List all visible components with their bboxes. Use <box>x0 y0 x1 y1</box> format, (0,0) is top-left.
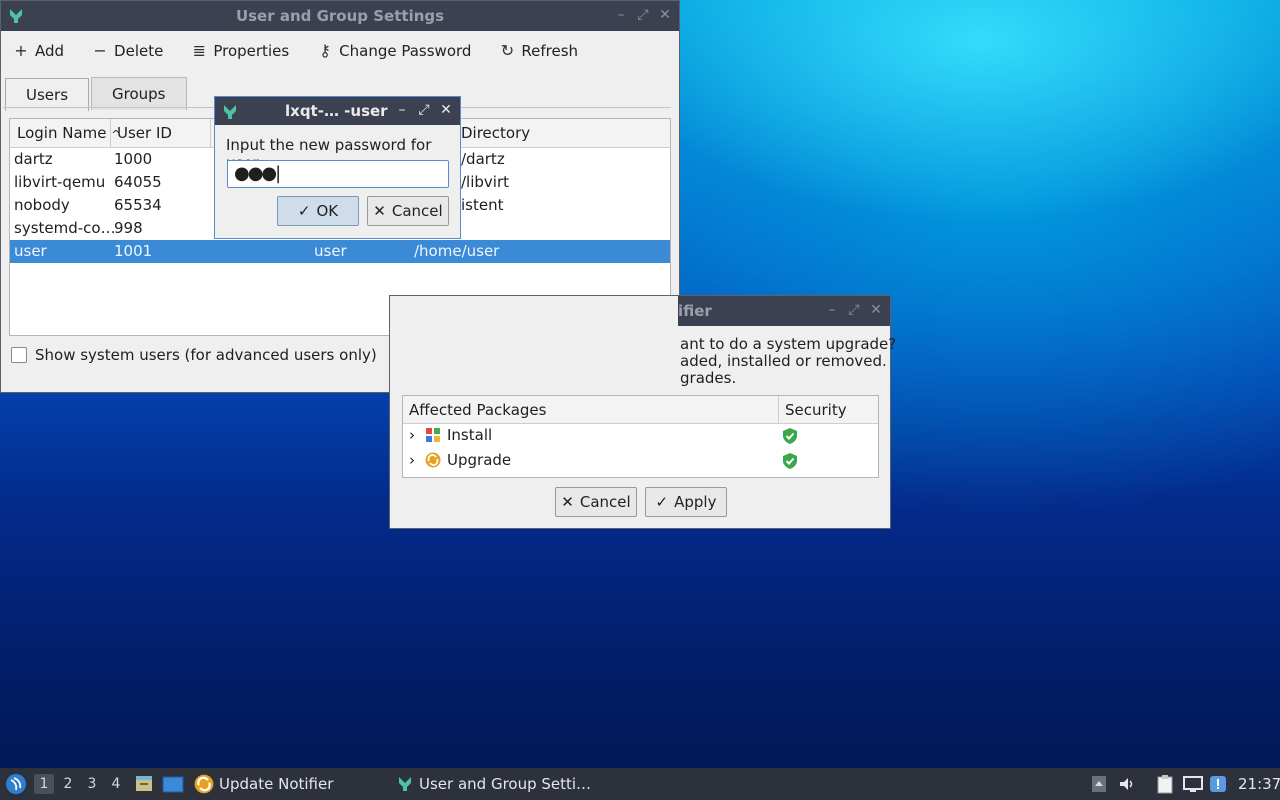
column-affected-packages[interactable]: Affected Packages <box>409 401 546 419</box>
close-icon: ✕ <box>561 493 574 511</box>
chevron-right-icon[interactable]: › <box>409 426 415 444</box>
window-title: User and Group Settings <box>235 7 445 25</box>
clipboard-icon[interactable] <box>1156 768 1174 800</box>
file-manager-launcher[interactable] <box>134 768 154 800</box>
table-header: Affected Packages Security <box>403 396 878 424</box>
title-bar[interactable]: ifier – ⤢ ✕ <box>678 296 890 326</box>
message-line: ant to do a system upgrade? <box>680 335 897 353</box>
update-tray-icon[interactable] <box>1209 768 1227 800</box>
network-icon[interactable] <box>1182 768 1204 800</box>
title-bar[interactable]: User and Group Settings – ⤢ ✕ <box>1 1 679 31</box>
maximize-icon[interactable]: ⤢ <box>418 102 430 118</box>
upgrade-icon <box>425 452 441 472</box>
list-item[interactable]: › Install <box>403 424 878 449</box>
change-password-dialog: lxqt-… -user – ⤢ ✕ Input the new passwor… <box>214 96 461 239</box>
ok-button[interactable]: ✓ OK <box>277 196 359 226</box>
chevron-right-icon[interactable]: › <box>409 451 415 469</box>
tab-groups[interactable]: Groups <box>91 77 187 110</box>
list-icon: ≣ <box>192 41 207 60</box>
minimize-icon[interactable]: – <box>396 102 408 118</box>
lxqt-menu-icon <box>6 774 26 794</box>
close-icon[interactable]: ✕ <box>870 302 882 318</box>
show-system-users-checkbox[interactable]: Show system users (for advanced users on… <box>11 346 377 364</box>
cancel-button[interactable]: ✕ Cancel <box>367 196 449 226</box>
delete-button[interactable]: − Delete <box>88 39 167 62</box>
update-notifier-icon <box>194 774 214 794</box>
tab-bar: Users Groups <box>5 77 189 111</box>
toolbar: + Add − Delete ≣ Properties ⚷ Change Pas… <box>9 39 582 62</box>
volume-icon[interactable] <box>1118 768 1136 800</box>
app-icon <box>224 105 236 119</box>
refresh-icon: ↻ <box>500 41 515 60</box>
install-icon <box>425 427 441 447</box>
column-login-name[interactable]: Login Name ^ <box>17 124 121 142</box>
close-icon: ✕ <box>373 202 386 220</box>
workspace-2[interactable]: 2 <box>58 774 78 794</box>
close-icon[interactable]: ✕ <box>440 102 452 118</box>
shield-check-icon <box>783 453 797 469</box>
table-row-selected[interactable]: user 1001 user /home/user <box>10 240 670 263</box>
cancel-button[interactable]: ✕ Cancel <box>555 487 637 517</box>
add-button[interactable]: + Add <box>9 39 68 62</box>
tray-arrow-icon[interactable] <box>1091 768 1107 800</box>
column-user-id[interactable]: User ID <box>117 124 172 142</box>
list-item[interactable]: › Upgrade <box>403 449 878 474</box>
change-password-button[interactable]: ⚷ Change Password <box>313 39 475 62</box>
user-group-app-icon <box>399 777 411 791</box>
message-line: grades. <box>680 369 737 387</box>
clock[interactable]: 21:37 <box>1238 768 1280 800</box>
password-input[interactable]: ●●●| <box>227 160 449 188</box>
task-user-group-settings[interactable]: User and Group Setti… <box>396 768 591 800</box>
workspace-4[interactable]: 4 <box>106 774 126 794</box>
minimize-icon[interactable]: – <box>826 302 838 318</box>
shield-check-icon <box>783 428 797 444</box>
minus-icon: − <box>93 41 107 60</box>
taskbar: 1 2 3 4 Update Notifier User and Group S… <box>0 768 1280 800</box>
properties-button[interactable]: ≣ Properties <box>187 39 293 62</box>
column-security[interactable]: Security <box>785 401 847 419</box>
minimize-icon[interactable]: – <box>615 7 627 23</box>
apply-button[interactable]: ✓ Apply <box>645 487 727 517</box>
check-icon: ✓ <box>655 493 669 511</box>
task-update-notifier[interactable]: Update Notifier <box>194 768 333 800</box>
plus-icon: + <box>14 41 28 60</box>
show-desktop-button[interactable] <box>162 768 184 800</box>
workspace-3[interactable]: 3 <box>82 774 102 794</box>
workspace-1[interactable]: 1 <box>34 774 54 794</box>
maximize-icon[interactable]: ⤢ <box>637 7 649 23</box>
file-manager-icon <box>136 776 152 791</box>
start-menu-button[interactable] <box>5 768 27 800</box>
key-icon: ⚷ <box>319 41 332 60</box>
message-line: aded, installed or removed. <box>680 352 887 370</box>
packages-table[interactable]: Affected Packages Security › Install › U… <box>402 395 879 478</box>
update-notifier-window: ifier – ⤢ ✕ ant to do a system upgrade? … <box>389 295 896 529</box>
desktop-icon <box>162 776 184 793</box>
dialog-title: lxqt-… -user <box>285 102 388 120</box>
maximize-icon[interactable]: ⤢ <box>848 302 860 318</box>
column-directory[interactable]: Directory <box>461 124 530 142</box>
refresh-button[interactable]: ↻ Refresh <box>495 39 582 62</box>
title-bar[interactable]: lxqt-… -user – ⤢ ✕ <box>215 97 460 125</box>
checkbox-box[interactable] <box>11 347 27 363</box>
close-icon[interactable]: ✕ <box>659 7 671 23</box>
check-icon: ✓ <box>297 202 311 220</box>
